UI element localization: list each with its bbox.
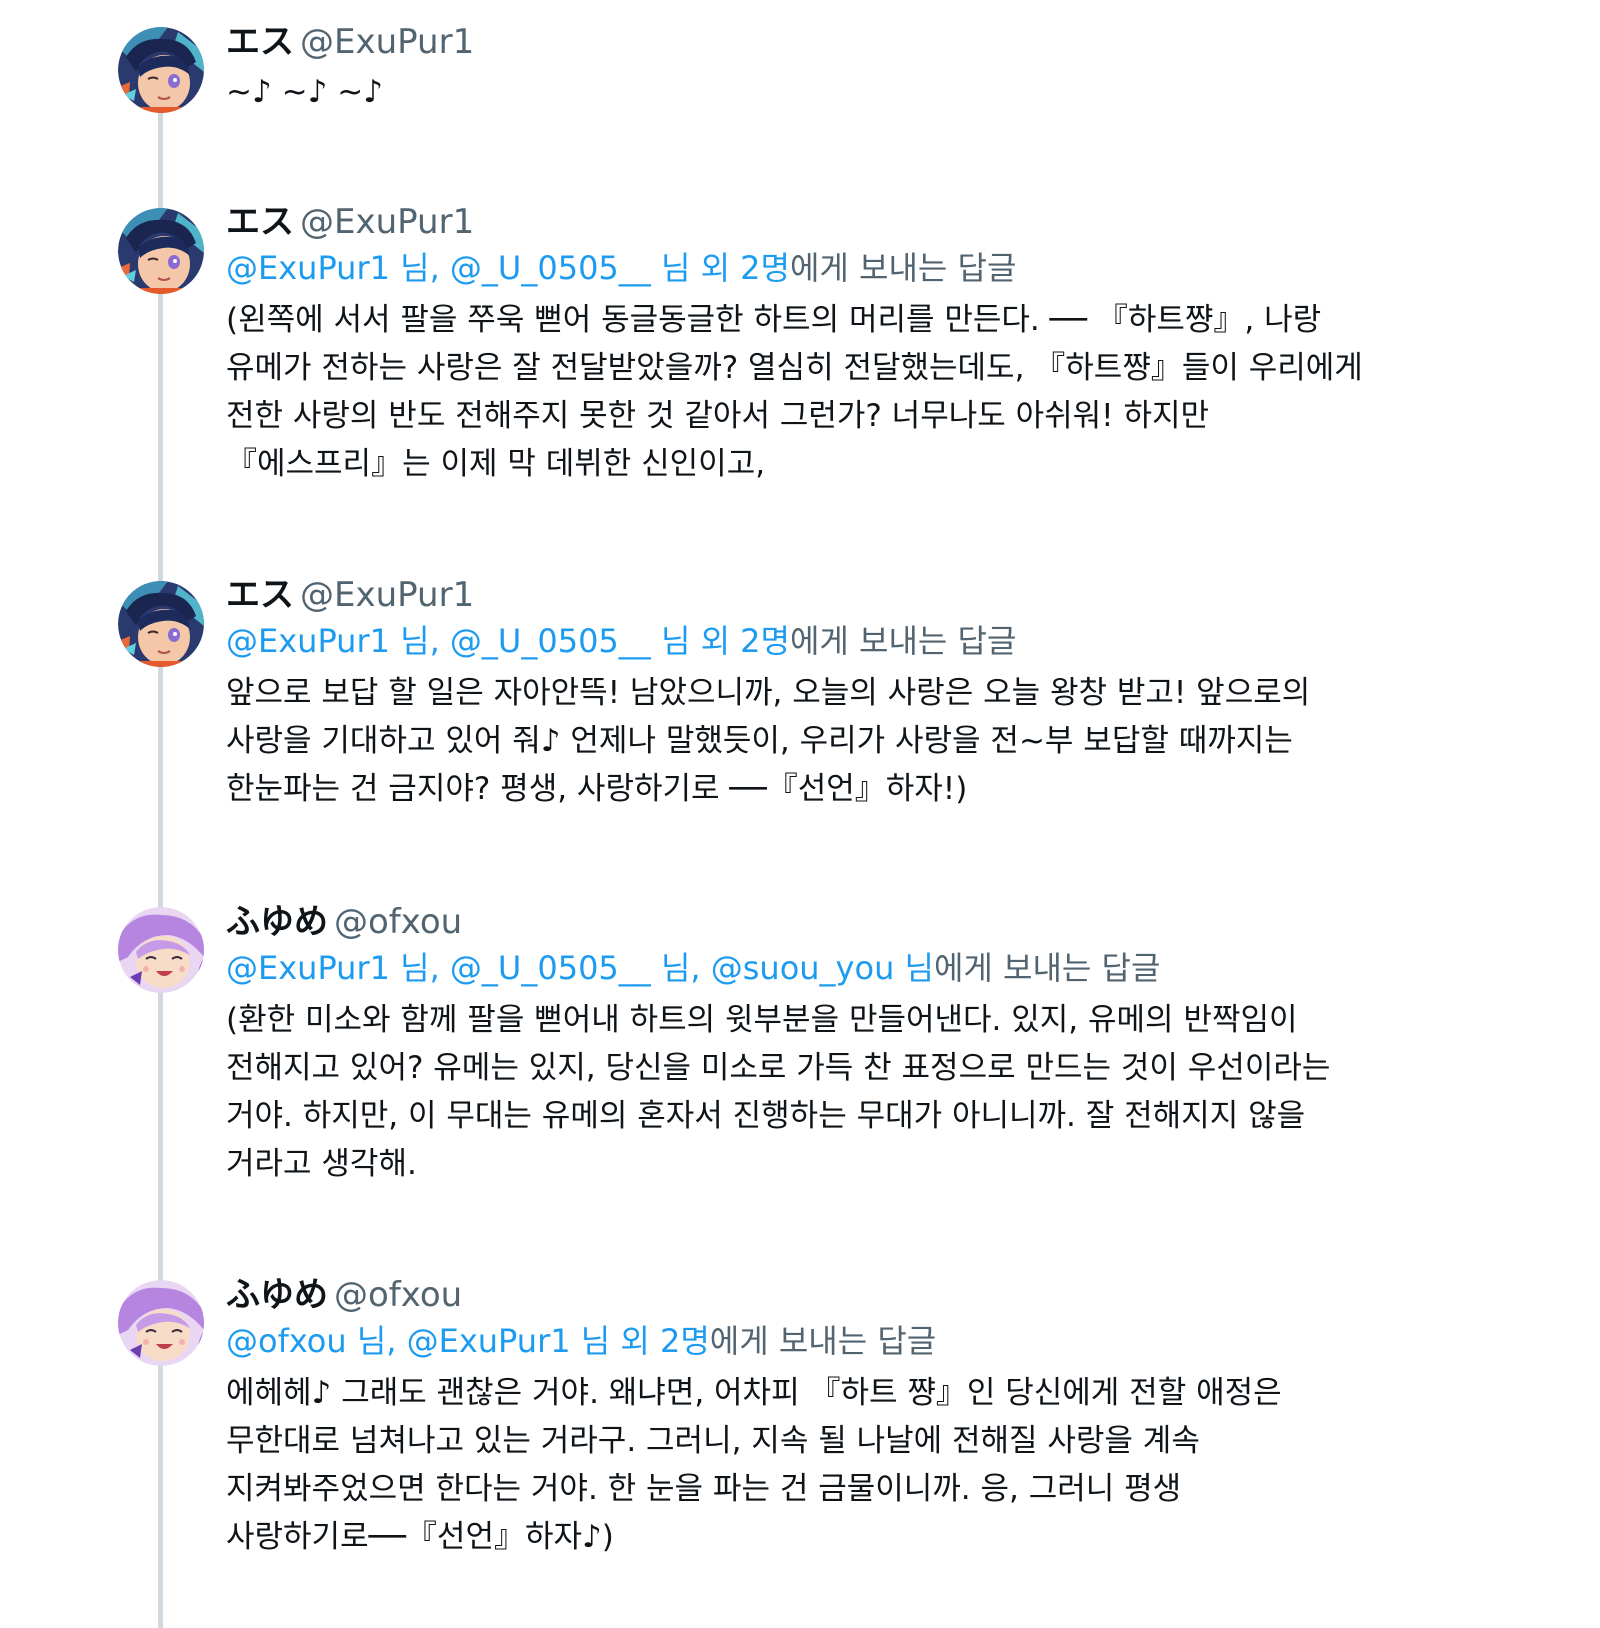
tweet-text: (환한 미소와 함께 팔을 뻗어내 하트의 윗부분을 만들어낸다. 있지, 유메… [226,996,1556,1188]
tweet-text: 앞으로 보답 할 일은 자아안뜩! 남았으니까, 오늘의 사랑은 오늘 왕창 받… [226,669,1556,813]
tweet-text-line: 『에스프리』는 이제 막 데뷔한 신인이고, [226,446,766,482]
reply-context: @ofxou 님, @ExuPur1 님 외 2명에게 보내는 답글 [226,1317,1556,1365]
tweet-header: ふゆめ @ofxou [226,1273,1556,1317]
tweet-text-line: 앞으로 보답 할 일은 자아안뜩! 남았으니까, 오늘의 사랑은 오늘 왕창 받… [226,675,1311,711]
tweet-text-line: 사랑하기로──『선언』하자♪) [226,1519,614,1555]
tweet-header: エス @ExuPur1 [226,200,1556,244]
reply-suffix: 에게 보내는 답글 [933,949,1161,987]
tweet-text-line: 거야. 하지만, 이 무대는 유메의 혼자서 진행하는 무대가 아니니까. 잘 … [226,1098,1306,1134]
author-name[interactable]: ふゆめ [226,1275,328,1315]
author-handle[interactable]: @ExuPur1 [300,575,474,615]
avatar-esu[interactable] [118,208,204,294]
reply-mentions-link[interactable]: @ExuPur1 님, @_U_0505__ 님 외 2명 [226,249,790,287]
reply-mentions-link[interactable]: @ExuPur1 님, @_U_0505__ 님, @suou_you 님 [226,949,934,987]
author-name[interactable]: ふゆめ [226,902,328,942]
tweet-text: (왼쪽에 서서 팔을 쭈욱 뻗어 동글동글한 하트의 머리를 만든다. ── 『… [226,296,1556,488]
author-handle[interactable]: @ofxou [334,1275,462,1315]
tweet-text: 에헤헤♪ 그래도 괜찮은 거야. 왜냐면, 어차피 『하트 쨩』인 당신에게 전… [226,1369,1556,1561]
tweet-text-line: 거라고 생각해. [226,1146,417,1182]
author-handle[interactable]: @ExuPur1 [300,22,474,62]
reply-context: @ExuPur1 님, @_U_0505__ 님 외 2명에게 보내는 답글 [226,244,1556,292]
tweet-text-line: 전한 사랑의 반도 전해주지 못한 것 같아서 그런가? 너무나도 아쉬워! 하… [226,398,1210,434]
reply-context: @ExuPur1 님, @_U_0505__ 님 외 2명에게 보내는 답글 [226,617,1556,665]
tweet-text-line: 한눈파는 건 금지야? 평생, 사랑하기로 ──『선언』하자!) [226,771,968,807]
avatar-esu[interactable] [118,27,204,113]
tweet-body: ふゆめ @ofxou @ExuPur1 님, @_U_0505__ 님, @suo… [226,900,1556,1188]
tweet-header: ふゆめ @ofxou [226,900,1556,944]
reply-suffix: 에게 보내는 답글 [789,249,1017,287]
tweet-body: エス @ExuPur1 @ExuPur1 님, @_U_0505__ 님 외 2명… [226,200,1556,488]
author-name[interactable]: エス [226,202,294,242]
thread-connector-line [158,110,163,1628]
tweet-text-line: 유메가 전하는 사랑은 잘 전달받았을까? 열심히 전달했는데도, 『하트쨩』들… [226,350,1363,386]
avatar-fuyume[interactable] [118,907,204,993]
tweet-text: ~♪ ~♪ ~♪ [226,68,1556,116]
tweet-header: エス @ExuPur1 [226,573,1556,617]
tweet-body: エス @ExuPur1 ~♪ ~♪ ~♪ [226,20,1556,116]
avatar-fuyume[interactable] [118,1280,204,1366]
tweet-body: ふゆめ @ofxou @ofxou 님, @ExuPur1 님 외 2명에게 보내… [226,1273,1556,1561]
tweet-text-line: 전해지고 있어? 유메는 있지, 당신을 미소로 가득 찬 표정으로 만드는 것… [226,1050,1331,1086]
reply-context: @ExuPur1 님, @_U_0505__ 님, @suou_you 님에게 … [226,944,1556,992]
tweet-text-line: 무한대로 넘쳐나고 있는 거라구. 그러니, 지속 될 나날에 전해질 사랑을 … [226,1423,1200,1459]
avatar-esu[interactable] [118,581,204,667]
reply-mentions-link[interactable]: @ExuPur1 님, @_U_0505__ 님 외 2명 [226,622,790,660]
tweet-text-line: 지켜봐주었으면 한다는 거야. 한 눈을 파는 건 금물이니까. 응, 그러니 … [226,1471,1182,1507]
reply-suffix: 에게 보내는 답글 [789,622,1017,660]
author-name[interactable]: エス [226,575,294,615]
tweet-body: エス @ExuPur1 @ExuPur1 님, @_U_0505__ 님 외 2명… [226,573,1556,813]
tweet-text-line: ~♪ ~♪ ~♪ [226,74,383,110]
author-handle[interactable]: @ExuPur1 [300,202,474,242]
reply-suffix: 에게 보내는 답글 [709,1322,937,1360]
tweet-text-line: 에헤헤♪ 그래도 괜찮은 거야. 왜냐면, 어차피 『하트 쨩』인 당신에게 전… [226,1375,1282,1411]
tweet-header: エス @ExuPur1 [226,20,1556,64]
tweet-text-line: 사랑을 기대하고 있어 줘♪ 언제나 말했듯이, 우리가 사랑을 전~부 보답할… [226,723,1293,759]
author-name[interactable]: エス [226,22,294,62]
tweet-text-line: (환한 미소와 함께 팔을 뻗어내 하트의 윗부분을 만들어낸다. 있지, 유메… [226,1002,1298,1038]
reply-mentions-link[interactable]: @ofxou 님, @ExuPur1 님 외 2명 [226,1322,710,1360]
tweet-text-line: (왼쪽에 서서 팔을 쭈욱 뻗어 동글동글한 하트의 머리를 만든다. ── 『… [226,302,1322,338]
author-handle[interactable]: @ofxou [334,902,462,942]
